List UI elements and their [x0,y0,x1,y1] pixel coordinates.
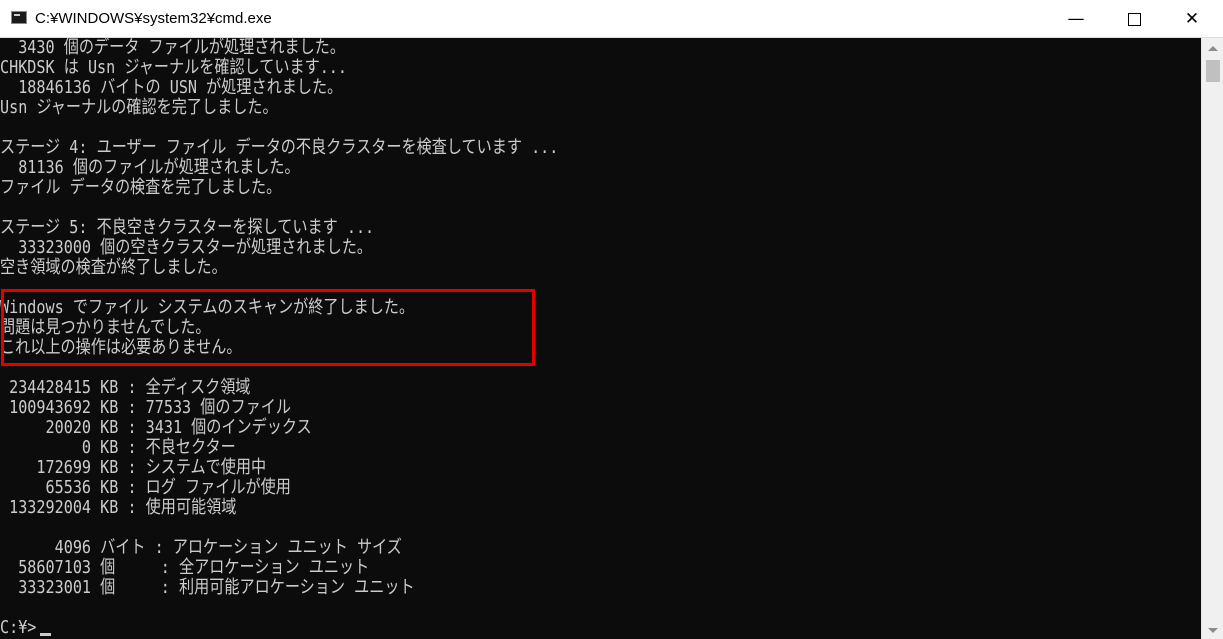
title-bar[interactable]: C:¥WINDOWS¥system32¥cmd.exe — ✕ [0,0,1223,38]
text-cursor [40,633,51,636]
command-prompt[interactable]: C:¥> [0,618,36,638]
console-line: 58607103 個 : 全アロケーション ユニット [0,557,370,578]
console-line: Usn ジャーナルの確認を完了しました。 [0,97,278,118]
console-line: 空き領域の検査が終了しました。 [0,257,227,278]
minimize-icon: — [1067,9,1085,29]
console-line: 4096 バイト : アロケーション ユニット サイズ [0,537,402,558]
console-line: 133292004 KB : 使用可能領域 [0,497,237,518]
console-line: 33323000 個の空きクラスターが処理されました。 [0,237,373,258]
maximize-button[interactable] [1105,0,1163,38]
minimize-button[interactable]: — [1047,0,1105,38]
vertical-scrollbar[interactable] [1201,38,1223,639]
scroll-up-icon[interactable] [1202,38,1223,58]
console-line: 81136 個のファイルが処理されました。 [0,157,300,178]
console-line: 18846136 バイトの USN が処理されました。 [0,77,343,98]
terminal-icon[interactable] [11,11,27,24]
console-line: 33323001 個 : 利用可能アロケーション ユニット [0,577,415,598]
console-line: 234428415 KB : 全ディスク領域 [0,377,251,398]
window-title: C:¥WINDOWS¥system32¥cmd.exe [35,10,272,27]
console-line: 3430 個のデータ ファイルが処理されました。 [0,37,345,58]
console-line: 0 KB : 不良セクター [0,437,236,458]
console-line: 100943692 KB : 77533 個のファイル [0,397,291,418]
console-line: 65536 KB : ログ ファイルが使用 [0,477,291,498]
console-line: ファイル データの検査を完了しました。 [0,177,282,198]
close-button[interactable]: ✕ [1163,0,1221,38]
console-line: ステージ 5: 不良空きクラスターを探しています ... [0,217,375,238]
console-line: 172699 KB : システムで使用中 [0,457,267,478]
console-line: ステージ 4: ユーザー ファイル データの不良クラスターを検査しています ..… [0,137,559,158]
console-line: CHKDSK は Usn ジャーナルを確認しています... [0,57,348,78]
highlight-annotation-box [1,289,535,366]
maximize-icon [1127,12,1141,26]
close-icon: ✕ [1184,9,1200,29]
scroll-down-icon[interactable] [1202,621,1223,639]
scroll-thumb[interactable] [1206,60,1220,82]
console-output[interactable]: 3430 個のデータ ファイルが処理されました。 CHKDSK は Usn ジャ… [0,38,1201,639]
console-line: 20020 KB : 3431 個のインデックス [0,417,312,438]
